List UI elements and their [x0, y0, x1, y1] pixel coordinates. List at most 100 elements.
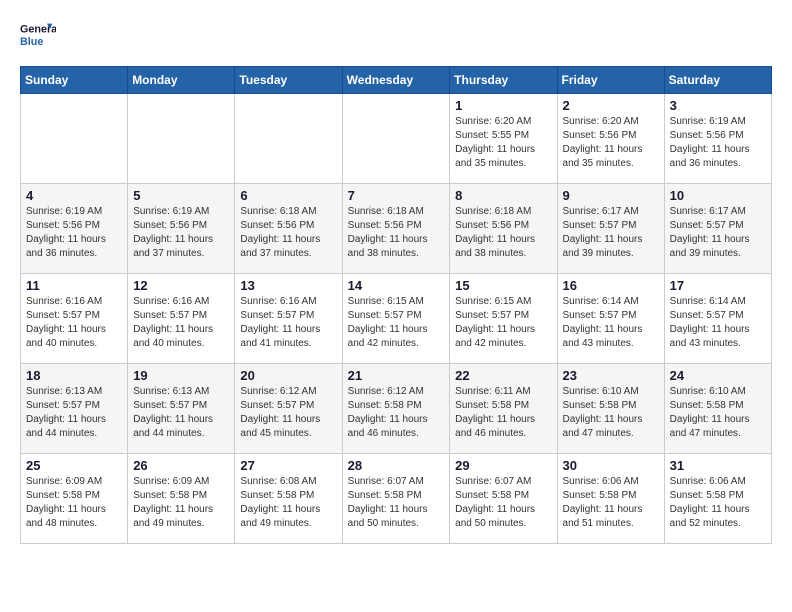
calendar-cell: 2Sunrise: 6:20 AM Sunset: 5:56 PM Daylig… — [557, 94, 664, 184]
calendar-cell: 6 Sunrise: 6:18 AM Sunset: 5:56 PM Daylig… — [235, 184, 342, 274]
calendar-cell: 28 Sunrise: 6:07 AM Sunset: 5:58 PM Dayli… — [342, 454, 450, 544]
day-info: Sunrise: 6:13 AM Sunset: 5:57 PM Dayligh… — [133, 385, 229, 441]
day-info: Sunrise: 6:07 AM Sunset: 5:58 PM Dayligh… — [348, 475, 445, 531]
calendar-cell: 31 Sunrise: 6:06 AM Sunset: 5:58 PM Dayli… — [664, 454, 771, 544]
day-info: Sunrise: 6:16 AM Sunset: 5:57 PM Dayligh… — [133, 295, 229, 351]
day-info: Sunrise: 6:16 AM Sunset: 5:57 PM Dayligh… — [26, 295, 122, 351]
day-info: Sunrise: 6:12 AM Sunset: 5:58 PM Dayligh… — [348, 385, 445, 441]
calendar-cell: 30Sunrise: 6:06 AM Sunset: 5:58 PM Dayli… — [557, 454, 664, 544]
calendar-cell: 9Sunrise: 6:17 AM Sunset: 5:57 PM Daylig… — [557, 184, 664, 274]
day-number: 30 — [563, 458, 659, 473]
calendar-table: SundayMondayTuesdayWednesdayThursdayFrid… — [20, 66, 772, 544]
week-row-3: 11 Sunrise: 6:16 AM Sunset: 5:57 PM Dayli… — [21, 274, 772, 364]
day-number: 22 — [455, 368, 551, 383]
day-number: 19 — [133, 368, 229, 383]
week-row-2: 4 Sunrise: 6:19 AM Sunset: 5:56 PM Daylig… — [21, 184, 772, 274]
week-row-1: 1 Sunrise: 6:20 AM Sunset: 5:55 PM Daylig… — [21, 94, 772, 184]
calendar-cell — [235, 94, 342, 184]
day-number: 9 — [563, 188, 659, 203]
day-info: Sunrise: 6:15 AM Sunset: 5:57 PM Dayligh… — [455, 295, 551, 351]
day-info: Sunrise: 6:09 AM Sunset: 5:58 PM Dayligh… — [26, 475, 122, 531]
weekday-header-saturday: Saturday — [664, 67, 771, 94]
calendar-cell: 17 Sunrise: 6:14 AM Sunset: 5:57 PM Dayli… — [664, 274, 771, 364]
day-info: Sunrise: 6:10 AM Sunset: 5:58 PM Dayligh… — [670, 385, 766, 441]
day-number: 29 — [455, 458, 551, 473]
calendar-cell: 24 Sunrise: 6:10 AM Sunset: 5:58 PM Dayli… — [664, 364, 771, 454]
day-info: Sunrise: 6:18 AM Sunset: 5:56 PM Dayligh… — [455, 205, 551, 261]
calendar-cell: 4 Sunrise: 6:19 AM Sunset: 5:56 PM Daylig… — [21, 184, 128, 274]
calendar-cell: 13 Sunrise: 6:16 AM Sunset: 5:57 PM Dayli… — [235, 274, 342, 364]
week-row-5: 25 Sunrise: 6:09 AM Sunset: 5:58 PM Dayli… — [21, 454, 772, 544]
day-number: 7 — [348, 188, 445, 203]
day-info: Sunrise: 6:19 AM Sunset: 5:56 PM Dayligh… — [26, 205, 122, 261]
calendar-cell: 15Sunrise: 6:15 AM Sunset: 5:57 PM Dayli… — [450, 274, 557, 364]
day-info: Sunrise: 6:14 AM Sunset: 5:57 PM Dayligh… — [563, 295, 659, 351]
day-number: 18 — [26, 368, 122, 383]
day-number: 5 — [133, 188, 229, 203]
day-number: 24 — [670, 368, 766, 383]
day-info: Sunrise: 6:09 AM Sunset: 5:58 PM Dayligh… — [133, 475, 229, 531]
day-number: 20 — [240, 368, 336, 383]
day-number: 26 — [133, 458, 229, 473]
weekday-header-sunday: Sunday — [21, 67, 128, 94]
day-info: Sunrise: 6:18 AM Sunset: 5:56 PM Dayligh… — [348, 205, 445, 261]
week-row-4: 18 Sunrise: 6:13 AM Sunset: 5:57 PM Dayli… — [21, 364, 772, 454]
weekday-header-monday: Monday — [128, 67, 235, 94]
day-info: Sunrise: 6:13 AM Sunset: 5:57 PM Dayligh… — [26, 385, 122, 441]
day-info: Sunrise: 6:15 AM Sunset: 5:57 PM Dayligh… — [348, 295, 445, 351]
day-number: 25 — [26, 458, 122, 473]
weekday-header-tuesday: Tuesday — [235, 67, 342, 94]
day-number: 31 — [670, 458, 766, 473]
day-number: 21 — [348, 368, 445, 383]
day-number: 12 — [133, 278, 229, 293]
day-number: 27 — [240, 458, 336, 473]
calendar-cell: 29 Sunrise: 6:07 AM Sunset: 5:58 PM Dayli… — [450, 454, 557, 544]
day-info: Sunrise: 6:19 AM Sunset: 5:56 PM Dayligh… — [670, 115, 766, 171]
day-number: 28 — [348, 458, 445, 473]
page-header: GeneralBlue — [20, 20, 772, 56]
calendar-cell — [21, 94, 128, 184]
calendar-cell: 8Sunrise: 6:18 AM Sunset: 5:56 PM Daylig… — [450, 184, 557, 274]
day-info: Sunrise: 6:18 AM Sunset: 5:56 PM Dayligh… — [240, 205, 336, 261]
day-number: 6 — [240, 188, 336, 203]
calendar-cell: 26 Sunrise: 6:09 AM Sunset: 5:58 PM Dayli… — [128, 454, 235, 544]
day-info: Sunrise: 6:16 AM Sunset: 5:57 PM Dayligh… — [240, 295, 336, 351]
day-info: Sunrise: 6:10 AM Sunset: 5:58 PM Dayligh… — [563, 385, 659, 441]
day-number: 13 — [240, 278, 336, 293]
calendar-cell — [342, 94, 450, 184]
calendar-cell: 25 Sunrise: 6:09 AM Sunset: 5:58 PM Dayli… — [21, 454, 128, 544]
weekday-header-thursday: Thursday — [450, 67, 557, 94]
calendar-cell: 7 Sunrise: 6:18 AM Sunset: 5:56 PM Daylig… — [342, 184, 450, 274]
day-info: Sunrise: 6:08 AM Sunset: 5:58 PM Dayligh… — [240, 475, 336, 531]
day-info: Sunrise: 6:20 AM Sunset: 5:55 PM Dayligh… — [455, 115, 551, 171]
day-info: Sunrise: 6:17 AM Sunset: 5:57 PM Dayligh… — [670, 205, 766, 261]
day-number: 10 — [670, 188, 766, 203]
day-number: 14 — [348, 278, 445, 293]
calendar-cell: 18 Sunrise: 6:13 AM Sunset: 5:57 PM Dayli… — [21, 364, 128, 454]
calendar-cell: 23Sunrise: 6:10 AM Sunset: 5:58 PM Dayli… — [557, 364, 664, 454]
day-number: 3 — [670, 98, 766, 113]
logo: GeneralBlue — [20, 20, 60, 56]
calendar-cell — [128, 94, 235, 184]
day-info: Sunrise: 6:07 AM Sunset: 5:58 PM Dayligh… — [455, 475, 551, 531]
day-number: 17 — [670, 278, 766, 293]
calendar-cell: 12 Sunrise: 6:16 AM Sunset: 5:57 PM Dayli… — [128, 274, 235, 364]
day-info: Sunrise: 6:11 AM Sunset: 5:58 PM Dayligh… — [455, 385, 551, 441]
calendar-cell: 16 Sunrise: 6:14 AM Sunset: 5:57 PM Dayli… — [557, 274, 664, 364]
day-info: Sunrise: 6:06 AM Sunset: 5:58 PM Dayligh… — [670, 475, 766, 531]
day-number: 4 — [26, 188, 122, 203]
weekday-header-wednesday: Wednesday — [342, 67, 450, 94]
calendar-cell: 3 Sunrise: 6:19 AM Sunset: 5:56 PM Daylig… — [664, 94, 771, 184]
day-info: Sunrise: 6:19 AM Sunset: 5:56 PM Dayligh… — [133, 205, 229, 261]
day-info: Sunrise: 6:20 AM Sunset: 5:56 PM Dayligh… — [563, 115, 659, 171]
weekday-header-friday: Friday — [557, 67, 664, 94]
day-info: Sunrise: 6:14 AM Sunset: 5:57 PM Dayligh… — [670, 295, 766, 351]
calendar-cell: 5 Sunrise: 6:19 AM Sunset: 5:56 PM Daylig… — [128, 184, 235, 274]
day-number: 1 — [455, 98, 551, 113]
day-number: 11 — [26, 278, 122, 293]
day-number: 16 — [563, 278, 659, 293]
calendar-cell: 14 Sunrise: 6:15 AM Sunset: 5:57 PM Dayli… — [342, 274, 450, 364]
calendar-cell: 20Sunrise: 6:12 AM Sunset: 5:57 PM Dayli… — [235, 364, 342, 454]
logo-icon: GeneralBlue — [20, 20, 56, 56]
calendar-cell: 1 Sunrise: 6:20 AM Sunset: 5:55 PM Daylig… — [450, 94, 557, 184]
